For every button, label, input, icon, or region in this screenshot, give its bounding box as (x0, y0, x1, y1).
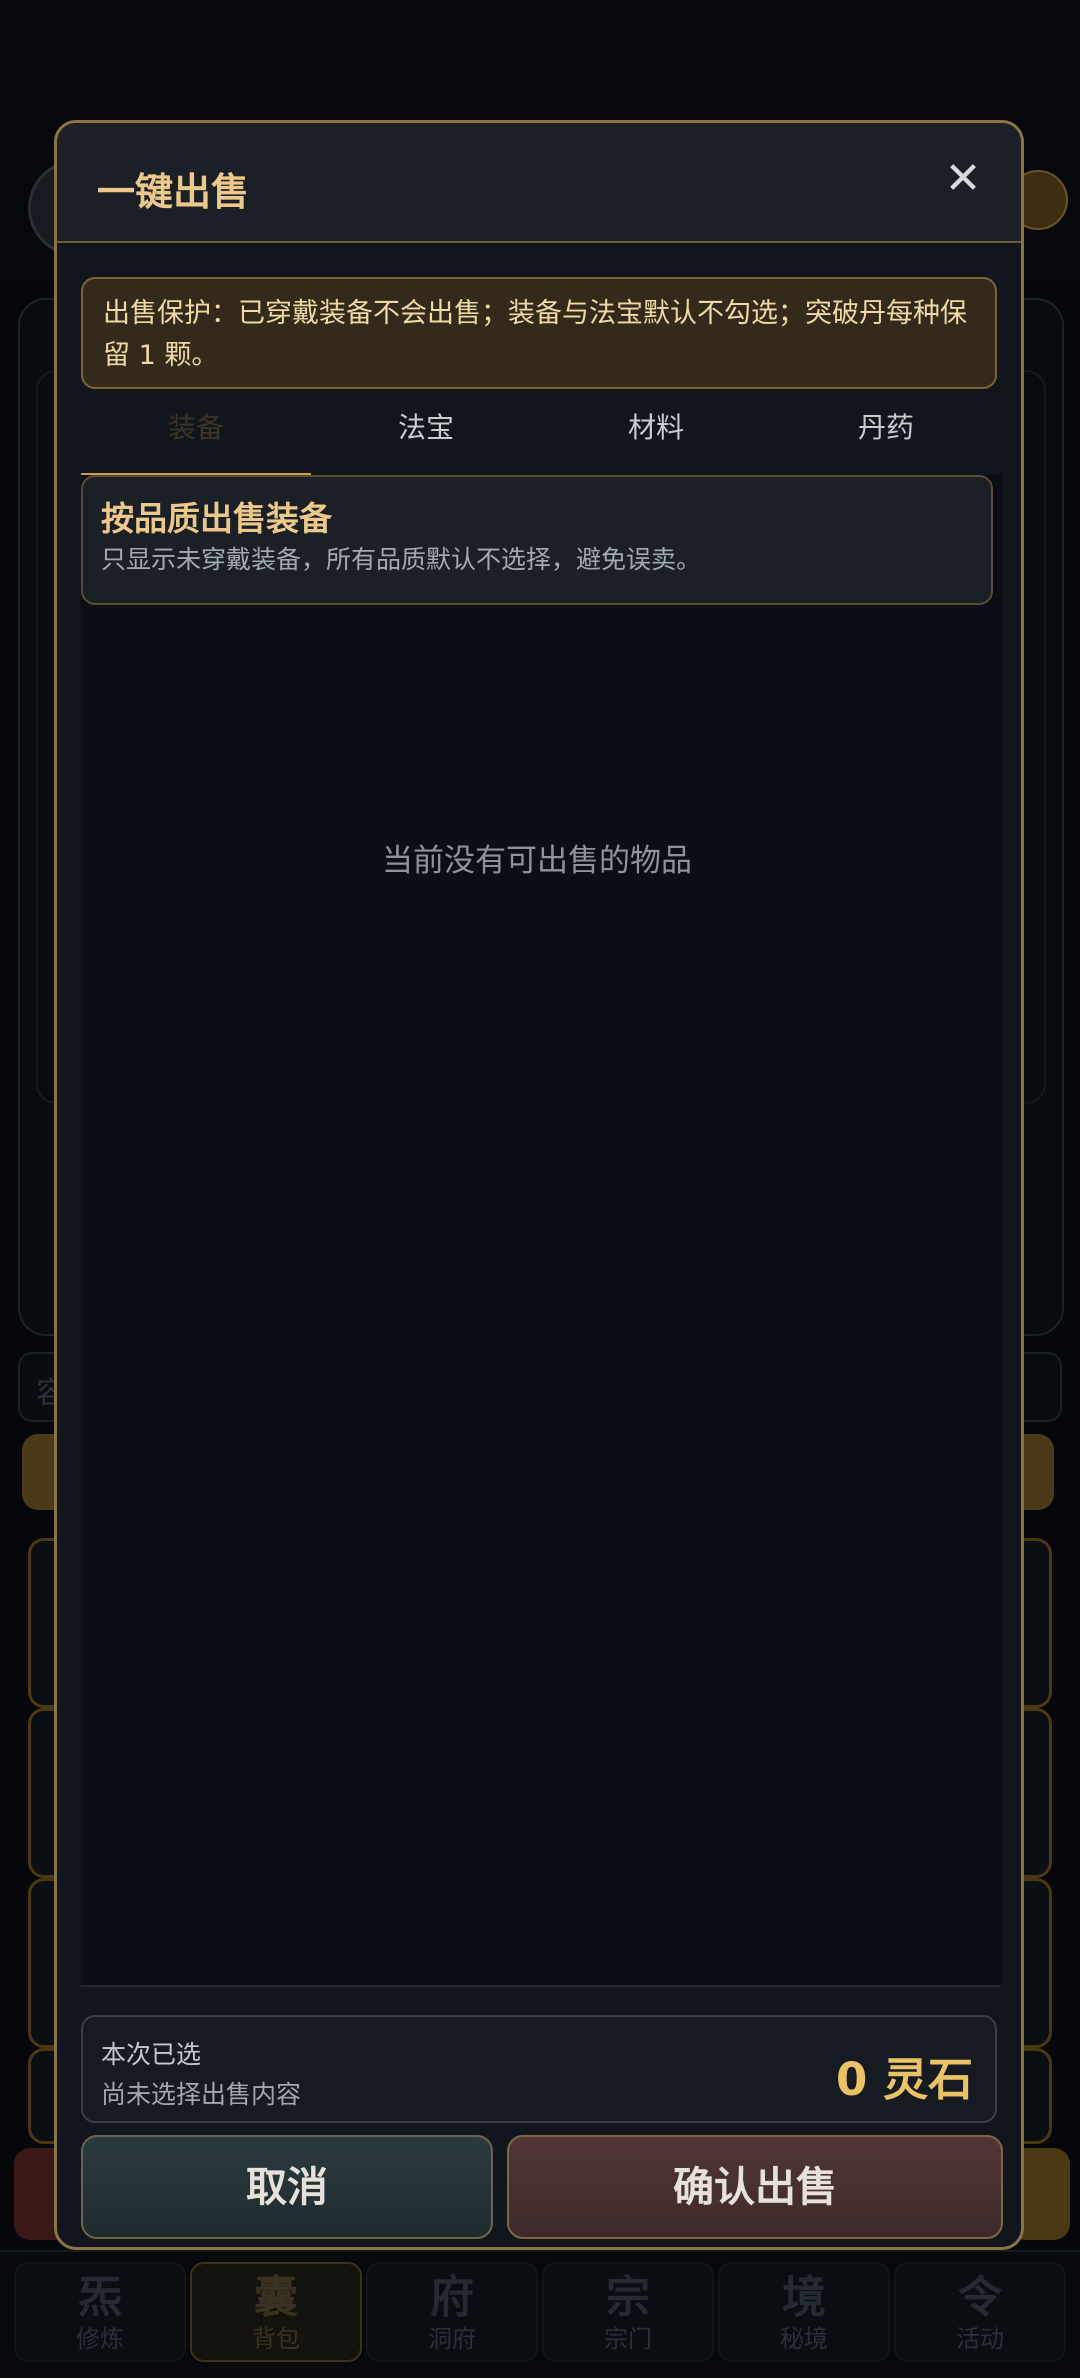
bag-icon: 囊 (254, 2272, 298, 2323)
sell-list: 按品质出售装备 只显示未穿戴装备，所有品质默认不选择，避免误卖。 当前没有可出售… (81, 475, 1001, 1987)
sect-icon: 宗 (606, 2272, 650, 2323)
confirm-sell-button[interactable]: 确认出售 (507, 2135, 1003, 2239)
modal-header: 一键出售 ✕ (57, 123, 1021, 243)
tab-pills[interactable]: 丹药 (771, 381, 1001, 475)
nav-item-realm: 境 秘境 (718, 2262, 890, 2362)
modal-title: 一键出售 (97, 170, 250, 214)
nav-label: 宗门 (604, 2325, 652, 2353)
tab-materials[interactable]: 材料 (541, 381, 771, 475)
empty-state-message: 当前没有可出售的物品 (382, 843, 692, 879)
cave-icon: 府 (430, 2272, 474, 2323)
summary-label: 本次已选 (101, 2040, 202, 2069)
nav-label: 活动 (956, 2325, 1004, 2353)
nav-item-event: 令 活动 (894, 2262, 1066, 2362)
cancel-button[interactable]: 取消 (81, 2135, 493, 2239)
cultivate-icon: 炁 (78, 2272, 122, 2323)
quality-section-subtitle: 只显示未穿戴装备，所有品质默认不选择，避免误卖。 (101, 545, 702, 574)
spirit-stone-total: 0 灵石 (836, 2053, 973, 2106)
realm-icon: 境 (782, 2272, 826, 2323)
nav-item-cultivate: 炁 修炼 (14, 2262, 186, 2362)
quality-section-title: 按品质出售装备 (101, 499, 332, 538)
tab-equipment[interactable]: 装备 (81, 381, 311, 477)
nav-item-cave: 府 洞府 (366, 2262, 538, 2362)
close-icon[interactable]: ✕ (935, 151, 991, 207)
quick-sell-modal: 一键出售 ✕ 出售保护：已穿戴装备不会出售；装备与法宝默认不勾选；突破丹每种保留… (54, 120, 1024, 2250)
nav-item-bag: 囊 背包 (190, 2262, 362, 2362)
category-tabs: 装备 法宝 材料 丹药 (81, 381, 1001, 477)
sell-protection-notice: 出售保护：已穿戴装备不会出售；装备与法宝默认不勾选；突破丹每种保留 1 颗。 (81, 277, 997, 389)
nav-label: 修炼 (76, 2325, 124, 2353)
event-icon: 令 (958, 2272, 1002, 2323)
nav-label: 背包 (252, 2325, 300, 2353)
tab-treasure[interactable]: 法宝 (311, 381, 541, 475)
summary-status: 尚未选择出售内容 (101, 2080, 302, 2109)
nav-label: 洞府 (428, 2325, 476, 2353)
selection-summary: 本次已选 尚未选择出售内容 0 灵石 (81, 2015, 997, 2123)
nav-item-sect: 宗 宗门 (542, 2262, 714, 2362)
nav-label: 秘境 (780, 2325, 828, 2353)
quality-sell-section: 按品质出售装备 只显示未穿戴装备，所有品质默认不选择，避免误卖。 (81, 475, 993, 605)
